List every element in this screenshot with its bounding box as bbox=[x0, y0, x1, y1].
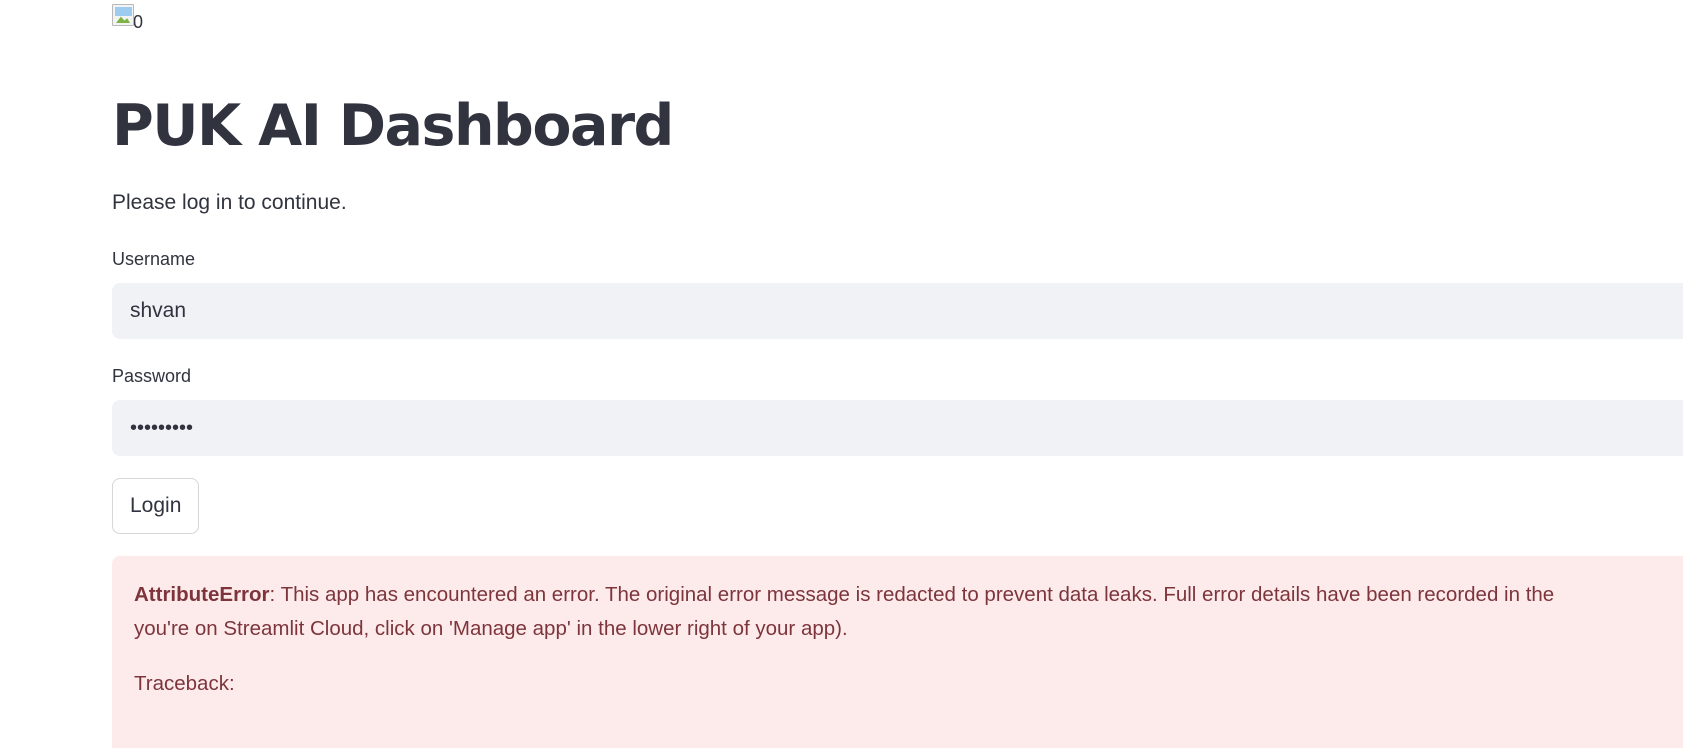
password-input[interactable]: ••••••••• bbox=[112, 400, 1683, 456]
traceback-label: Traceback: bbox=[134, 672, 235, 695]
logo-alt-text: 0 bbox=[133, 12, 144, 32]
logo-image: 0 bbox=[112, 4, 143, 32]
error-message: AttributeError: This app has encountered… bbox=[134, 578, 1683, 646]
error-message-line1: : This app has encountered an error. The… bbox=[269, 583, 1555, 606]
login-prompt: Please log in to continue. bbox=[112, 191, 347, 214]
username-label: Username bbox=[112, 249, 196, 269]
error-name: AttributeError bbox=[134, 583, 270, 606]
error-message-line2: you're on Streamlit Cloud, click on 'Man… bbox=[134, 617, 848, 640]
username-value: shvan bbox=[130, 299, 187, 322]
password-label: Password bbox=[112, 366, 192, 386]
error-alert: AttributeError: This app has encountered… bbox=[112, 556, 1683, 748]
login-button[interactable]: Login bbox=[112, 478, 200, 534]
username-input[interactable]: shvan bbox=[112, 283, 1683, 339]
page-title: PUK AI Dashboard bbox=[112, 93, 674, 159]
app-page: 0 PUK AI Dashboard Please log in to cont… bbox=[0, 0, 1683, 748]
broken-image-icon bbox=[112, 4, 134, 26]
password-value: ••••••••• bbox=[130, 416, 194, 439]
